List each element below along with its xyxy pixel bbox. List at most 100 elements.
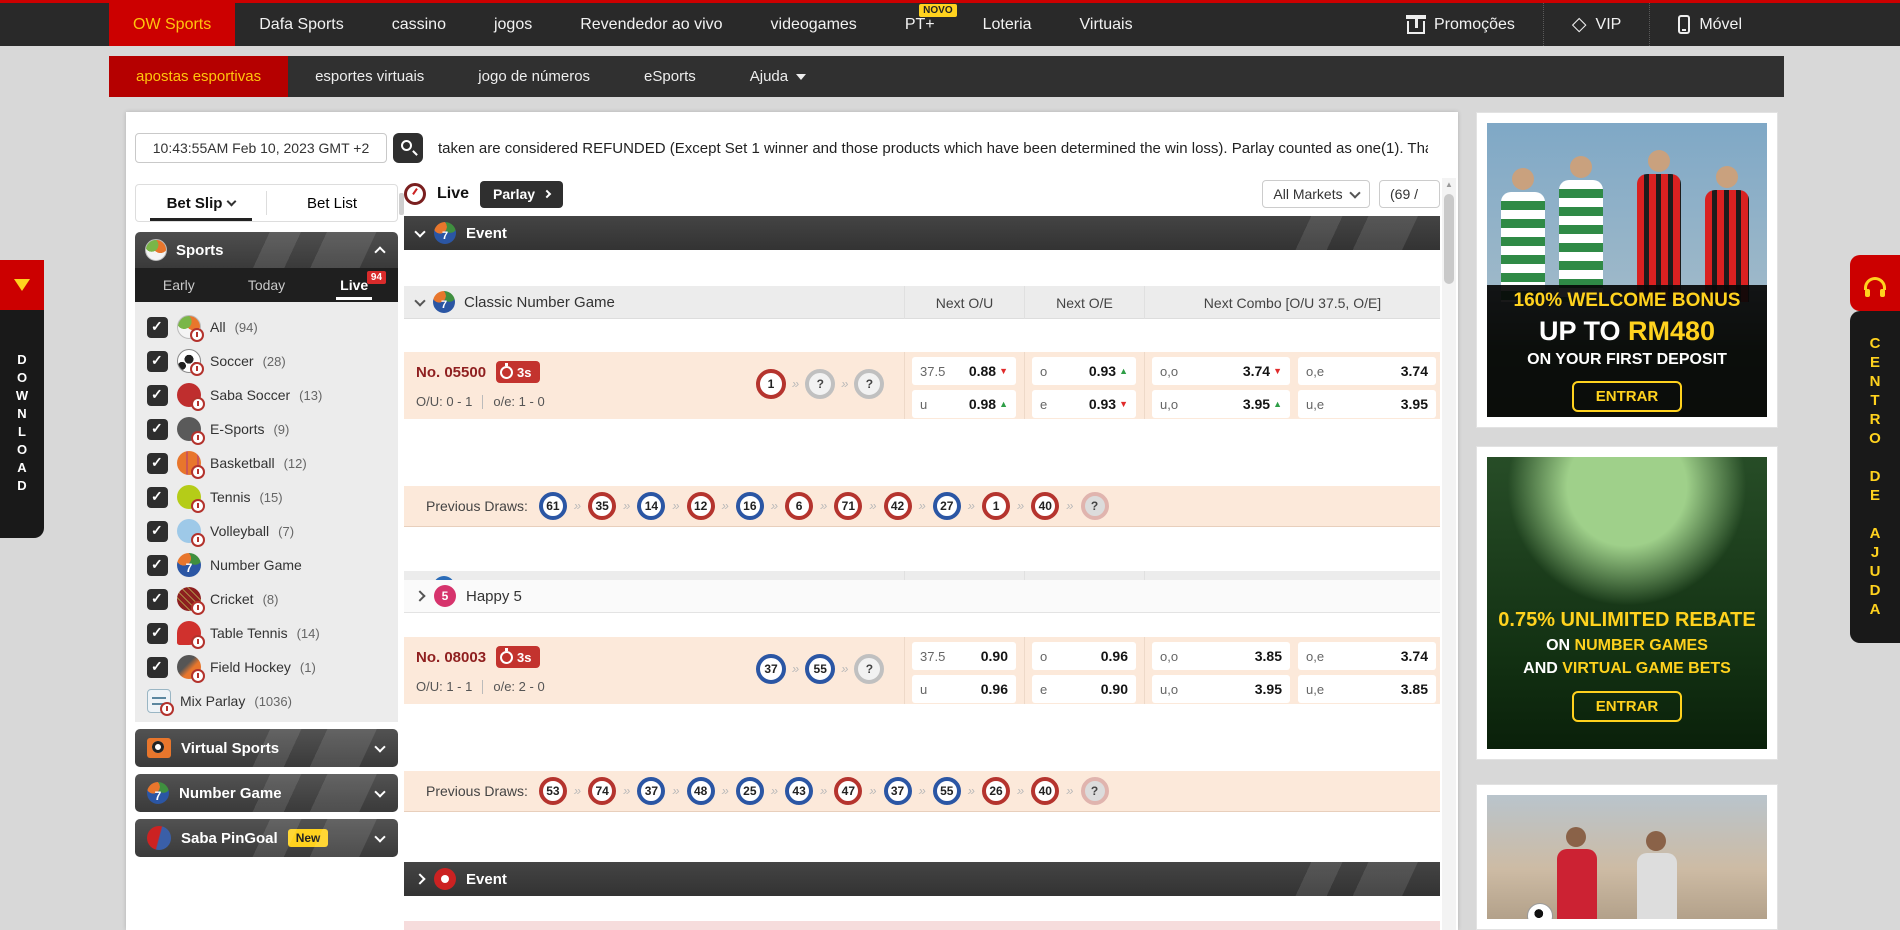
sports-promo-banner[interactable] bbox=[1487, 795, 1767, 919]
checkbox-checked[interactable] bbox=[147, 555, 168, 576]
checkbox-checked[interactable] bbox=[147, 419, 168, 440]
subnav-ajuda[interactable]: Ajuda bbox=[723, 56, 833, 97]
parlay-button[interactable]: Parlay bbox=[480, 181, 563, 208]
scrollbar[interactable]: ▲ bbox=[1442, 178, 1456, 930]
sport-row-soccer[interactable]: Soccer(28) bbox=[139, 344, 398, 378]
subnav-esportes-virtuais[interactable]: esportes virtuais bbox=[288, 56, 451, 97]
odds-cell-ou-under[interactable]: u0.96 bbox=[912, 675, 1016, 703]
odds-cell-combo[interactable]: u,e3.95 bbox=[1298, 390, 1436, 418]
tab-today[interactable]: Today bbox=[223, 268, 311, 302]
odds-cell-oe-odd[interactable]: o0.93▲ bbox=[1032, 357, 1136, 385]
help-center-icon[interactable] bbox=[1850, 255, 1900, 311]
odds-cell-combo[interactable]: o,e3.74 bbox=[1298, 357, 1436, 385]
draw-ball: 16 bbox=[736, 492, 764, 520]
nav-loteria[interactable]: Loteria bbox=[959, 3, 1056, 46]
subnav-jogo-de-numeros[interactable]: jogo de números bbox=[451, 56, 617, 97]
sport-row-field-hockey[interactable]: Field Hockey(1) bbox=[139, 650, 398, 684]
odds-cell-combo[interactable]: u,o3.95 bbox=[1152, 675, 1290, 703]
cricket-icon bbox=[177, 587, 201, 611]
search-button[interactable] bbox=[393, 133, 423, 163]
nav-jogos[interactable]: jogos bbox=[470, 3, 556, 46]
sidebar-section-number-game[interactable]: Number Game bbox=[135, 774, 398, 812]
checkbox-checked[interactable] bbox=[147, 521, 168, 542]
checkbox-checked[interactable] bbox=[147, 657, 168, 678]
tab-early[interactable]: Early bbox=[135, 268, 223, 302]
tab-live[interactable]: Live94 bbox=[310, 268, 398, 302]
sidebar-section-virtual-sports[interactable]: Virtual Sports bbox=[135, 729, 398, 767]
nav-movel[interactable]: Móvel bbox=[1649, 3, 1770, 46]
nav-vip[interactable]: ◇VIP bbox=[1543, 3, 1649, 46]
sport-row-all[interactable]: All(94) bbox=[139, 310, 398, 344]
live-clock-icon bbox=[404, 183, 426, 205]
checkbox-checked[interactable] bbox=[147, 317, 168, 338]
odds-cell-ou-under[interactable]: u0.98▲ bbox=[912, 390, 1016, 418]
chevron-down-icon bbox=[414, 226, 425, 237]
entrar-button[interactable]: ENTRAR bbox=[1572, 691, 1683, 722]
odds-cell-ou-over[interactable]: 37.50.88▼ bbox=[912, 357, 1016, 385]
subnav-esports[interactable]: eSports bbox=[617, 56, 723, 97]
scroll-up-arrow[interactable]: ▲ bbox=[1445, 180, 1453, 189]
clock-icon bbox=[191, 431, 205, 445]
scrollbar-thumb[interactable] bbox=[1444, 194, 1454, 284]
nav-virtuais[interactable]: Virtuais bbox=[1056, 3, 1157, 46]
sport-row-mix-parlay[interactable]: Mix Parlay(1036) bbox=[139, 684, 398, 718]
tab-bet-list[interactable]: Bet List bbox=[267, 185, 397, 221]
download-tab-icon[interactable] bbox=[0, 260, 44, 310]
checkbox-checked[interactable] bbox=[147, 487, 168, 508]
entrar-button[interactable]: ENTRAR bbox=[1572, 381, 1683, 412]
draw-ball: 61 bbox=[539, 492, 567, 520]
nav-videogames[interactable]: videogames bbox=[747, 3, 881, 46]
event-group-header-collapsed[interactable]: Event bbox=[404, 862, 1440, 896]
nav-cassino[interactable]: cassino bbox=[368, 3, 470, 46]
sport-row-cricket[interactable]: Cricket(8) bbox=[139, 582, 398, 616]
clock-icon bbox=[191, 533, 205, 547]
rebate-banner[interactable]: 0.75% UNLIMITED REBATE ON NUMBER GAMES A… bbox=[1487, 457, 1767, 749]
checkbox-checked[interactable] bbox=[147, 623, 168, 644]
sport-row-esports[interactable]: E-Sports(9) bbox=[139, 412, 398, 446]
sports-section-header[interactable]: Sports bbox=[135, 232, 398, 268]
odds-cell-oe-even[interactable]: e0.90 bbox=[1032, 675, 1136, 703]
sport-row-saba-soccer[interactable]: Saba Soccer(13) bbox=[139, 378, 398, 412]
happy5-header-collapsed[interactable]: Happy 5 bbox=[404, 580, 1440, 613]
welcome-bonus-banner[interactable]: 160% WELCOME BONUS UP TO RM480 ON YOUR F… bbox=[1487, 123, 1767, 417]
odds-cell-combo[interactable]: o,e3.74 bbox=[1298, 642, 1436, 670]
esports-icon bbox=[177, 417, 201, 441]
odds-cell-ou-over[interactable]: 37.50.90 bbox=[912, 642, 1016, 670]
odds-cell-combo[interactable]: u,o3.95▲ bbox=[1152, 390, 1290, 418]
sport-row-tennis[interactable]: Tennis(15) bbox=[139, 480, 398, 514]
sport-row-table-tennis[interactable]: Table Tennis(14) bbox=[139, 616, 398, 650]
sidebar-section-saba-pingoal[interactable]: Saba PinGoalNew bbox=[135, 819, 398, 857]
event-group-header[interactable]: Event bbox=[404, 216, 1440, 250]
odds-cell-combo[interactable]: o,o3.74▼ bbox=[1152, 357, 1290, 385]
chevron-down-icon bbox=[796, 74, 806, 80]
draw-ball: 74 bbox=[588, 777, 616, 805]
tab-bet-slip[interactable]: Bet Slip bbox=[136, 185, 266, 221]
all-markets-dropdown[interactable]: All Markets bbox=[1262, 180, 1370, 208]
checkbox-checked[interactable] bbox=[147, 351, 168, 372]
soccer-icon bbox=[177, 349, 201, 373]
bet-slip-panel: Bet Slip Bet List bbox=[135, 184, 398, 222]
subnav-apostas-esportivas[interactable]: apostas esportivas bbox=[109, 56, 288, 97]
clock-icon bbox=[191, 465, 205, 479]
classic-number-game-header[interactable]: Classic Number Game Next O/U Next O/E Ne… bbox=[404, 286, 1440, 319]
odds-cell-combo[interactable]: u,e3.85 bbox=[1298, 675, 1436, 703]
help-center-tab[interactable]: CENTRO DE AJUDA bbox=[1850, 311, 1900, 643]
sport-row-volleyball[interactable]: Volleyball(7) bbox=[139, 514, 398, 548]
checkbox-checked[interactable] bbox=[147, 589, 168, 610]
volleyball-icon bbox=[177, 519, 201, 543]
odds-cell-oe-odd[interactable]: o0.96 bbox=[1032, 642, 1136, 670]
table-tennis-icon bbox=[177, 621, 201, 645]
nav-dafa-sports[interactable]: Dafa Sports bbox=[235, 3, 367, 46]
download-tab[interactable]: DOWNLOAD bbox=[0, 310, 44, 538]
nav-revendedor[interactable]: Revendedor ao vivo bbox=[556, 3, 746, 46]
nav-pt-plus[interactable]: PT+NOVO bbox=[881, 3, 959, 46]
nav-promocoes[interactable]: Promoções bbox=[1379, 3, 1543, 46]
banner-text-block: 0.75% UNLIMITED REBATE ON NUMBER GAMES A… bbox=[1487, 609, 1767, 722]
odds-cell-combo[interactable]: o,o3.85 bbox=[1152, 642, 1290, 670]
checkbox-checked[interactable] bbox=[147, 453, 168, 474]
sport-row-number-game[interactable]: Number Game bbox=[139, 548, 398, 582]
nav-ow-sports[interactable]: OW Sports bbox=[109, 3, 235, 46]
sport-row-basketball[interactable]: Basketball(12) bbox=[139, 446, 398, 480]
odds-cell-oe-even[interactable]: e0.93▼ bbox=[1032, 390, 1136, 418]
checkbox-checked[interactable] bbox=[147, 385, 168, 406]
